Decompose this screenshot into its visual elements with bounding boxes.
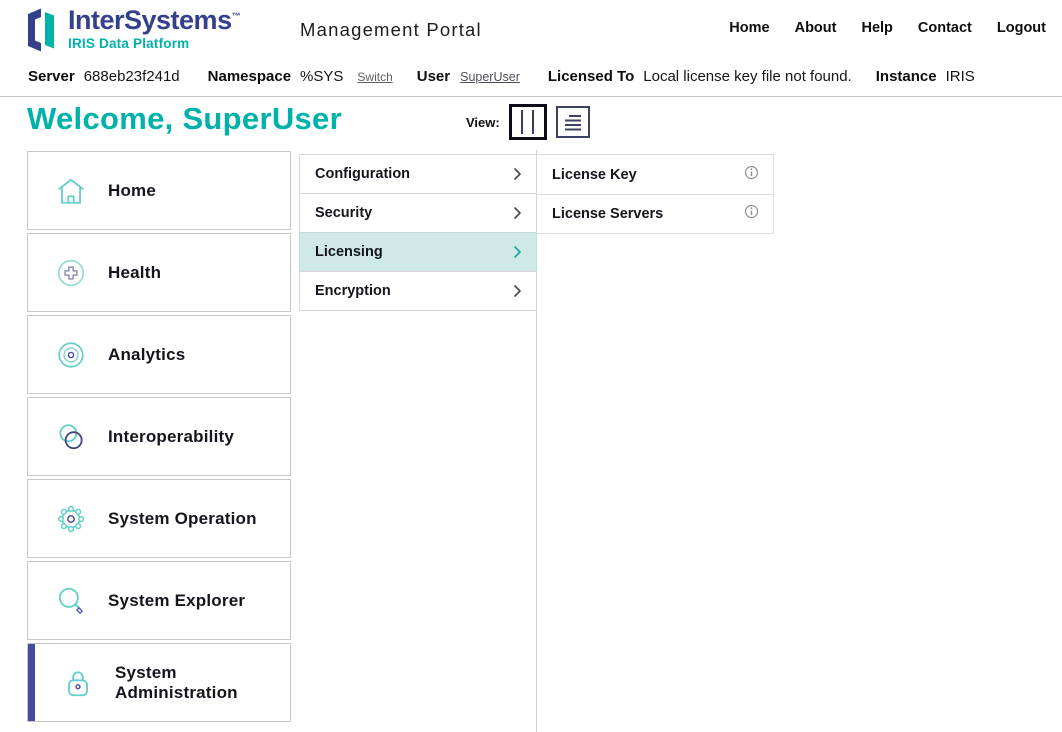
view-label: View: xyxy=(466,115,500,130)
list-view-button[interactable] xyxy=(556,106,590,138)
sidebar-item-label: System Operation xyxy=(108,509,257,529)
submenu-item-encryption[interactable]: Encryption xyxy=(299,271,537,311)
health-icon xyxy=(54,256,88,290)
submenu-item-security[interactable]: Security xyxy=(299,193,537,233)
interoperability-icon xyxy=(54,420,88,454)
main-menu-sidebar: Home Health Analytics Interopera xyxy=(27,151,291,722)
user-label: User xyxy=(417,68,450,85)
sidebar-item-system-administration[interactable]: System Administration xyxy=(27,643,291,722)
menu-item-license-key[interactable]: License Key xyxy=(537,154,773,194)
sidebar-item-label: Home xyxy=(108,181,156,201)
brand-subtitle: IRIS Data Platform xyxy=(68,37,240,51)
chevron-right-icon xyxy=(513,167,522,181)
intersystems-logo-icon xyxy=(26,7,60,58)
nav-logout-link[interactable]: Logout xyxy=(997,20,1046,36)
list-icon xyxy=(562,112,584,132)
instance-value: IRIS xyxy=(946,68,975,85)
sidebar-item-label: System Explorer xyxy=(108,591,245,611)
info-icon[interactable] xyxy=(744,165,759,185)
licensing-detail-menu: License Key License Servers xyxy=(537,154,774,234)
nav-home-link[interactable]: Home xyxy=(729,20,769,36)
server-label: Server xyxy=(28,68,75,85)
header-divider xyxy=(0,96,1062,97)
licensed-to-value: Local license key file not found. xyxy=(643,68,851,85)
brand-name: InterSystems™ xyxy=(68,7,240,34)
submenu-item-configuration[interactable]: Configuration xyxy=(299,154,537,194)
lock-icon xyxy=(61,666,95,700)
sidebar-item-label: Health xyxy=(108,263,161,283)
app-header: InterSystems™ IRIS Data Platform Managem… xyxy=(0,0,1062,60)
sidebar-item-label: System Administration xyxy=(115,663,290,703)
namespace-value: %SYS xyxy=(300,68,343,85)
magnifier-icon xyxy=(54,584,88,618)
sidebar-item-label: Analytics xyxy=(108,345,185,365)
nav-help-link[interactable]: Help xyxy=(861,20,892,36)
namespace-label: Namespace xyxy=(208,68,291,85)
server-info-bar: Server 688eb23f241d Namespace %SYS Switc… xyxy=(28,68,1038,85)
sidebar-item-system-operation[interactable]: System Operation xyxy=(27,479,291,558)
welcome-heading: Welcome, SuperUser xyxy=(27,101,342,137)
sidebar-item-label: Interoperability xyxy=(108,427,234,447)
server-value: 688eb23f241d xyxy=(84,68,180,85)
chevron-right-icon xyxy=(513,284,522,298)
sidebar-item-interoperability[interactable]: Interoperability xyxy=(27,397,291,476)
licensed-to-label: Licensed To xyxy=(548,68,634,85)
view-switcher: View: xyxy=(466,104,590,140)
page-title: Management Portal xyxy=(300,19,482,41)
user-profile-link[interactable]: SuperUser xyxy=(460,70,520,84)
top-nav: Home About Help Contact Logout xyxy=(729,20,1046,36)
sidebar-item-health[interactable]: Health xyxy=(27,233,291,312)
submenu-item-licensing[interactable]: Licensing xyxy=(299,232,537,272)
instance-label: Instance xyxy=(876,68,937,85)
chevron-right-icon xyxy=(513,206,522,220)
sidebar-item-system-explorer[interactable]: System Explorer xyxy=(27,561,291,640)
menu-item-license-servers[interactable]: License Servers xyxy=(537,194,773,234)
chevron-right-icon xyxy=(513,245,522,259)
columns-icon xyxy=(521,110,523,134)
administration-submenu: Configuration Security Licensing Encrypt… xyxy=(299,154,537,311)
analytics-icon xyxy=(54,338,88,372)
sidebar-item-home[interactable]: Home xyxy=(27,151,291,230)
nav-about-link[interactable]: About xyxy=(795,20,837,36)
info-icon[interactable] xyxy=(744,204,759,224)
columns-view-button[interactable] xyxy=(509,104,547,140)
active-indicator xyxy=(28,644,35,721)
sidebar-item-analytics[interactable]: Analytics xyxy=(27,315,291,394)
switch-namespace-link[interactable]: Switch xyxy=(357,70,392,84)
gear-icon xyxy=(54,502,88,536)
nav-contact-link[interactable]: Contact xyxy=(918,20,972,36)
intersystems-logo: InterSystems™ IRIS Data Platform xyxy=(26,7,240,58)
home-icon xyxy=(54,174,88,208)
